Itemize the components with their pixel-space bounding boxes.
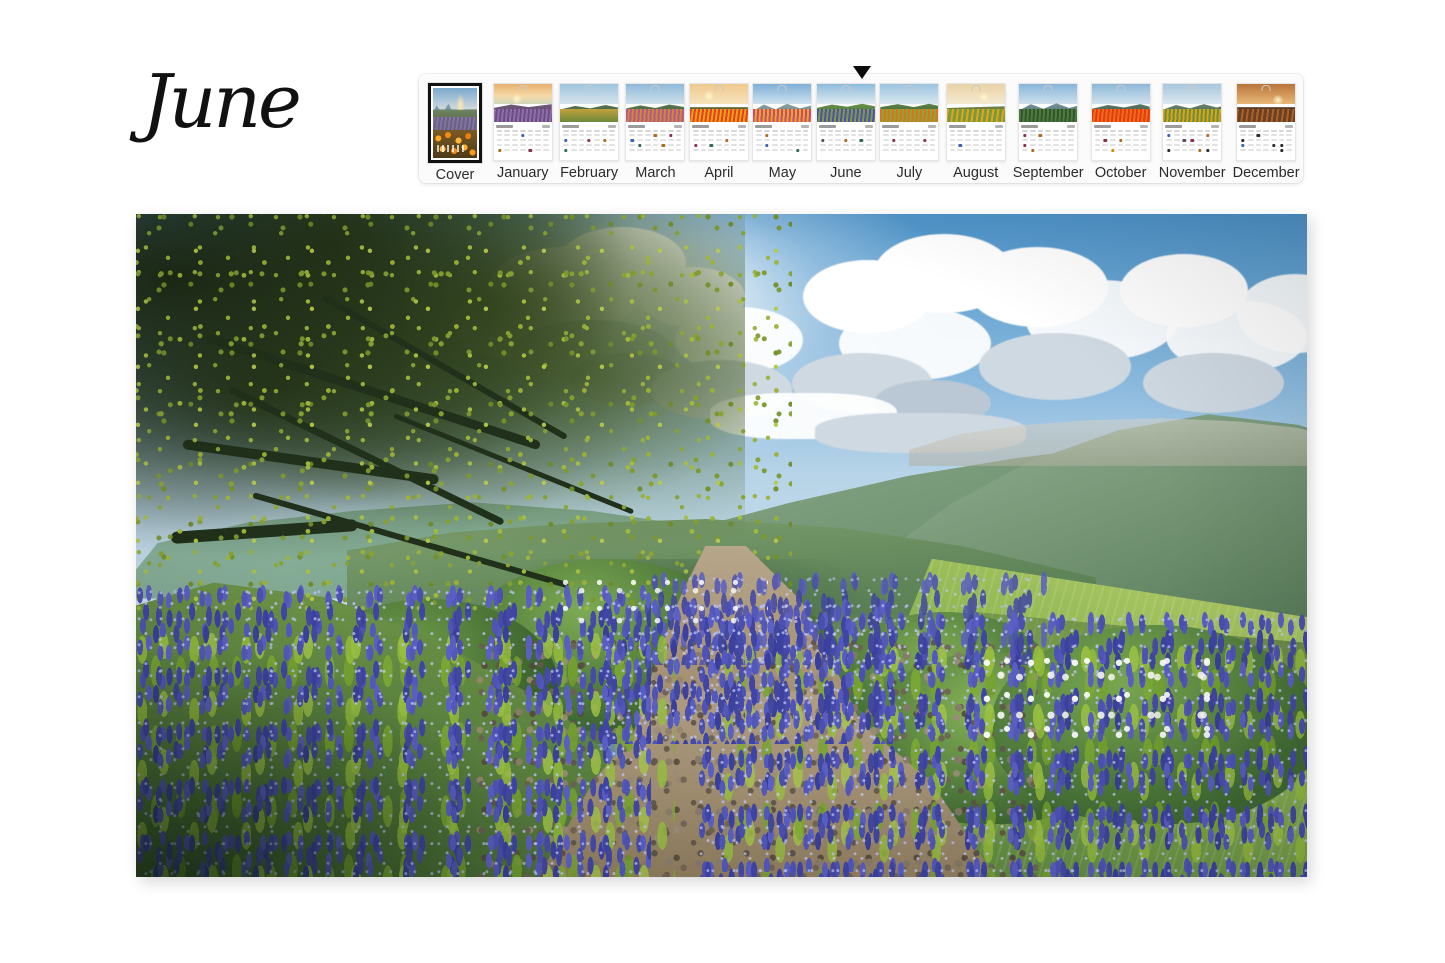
- thumbnail-label-may: May: [768, 165, 797, 181]
- hanger-ring-icon: [1261, 85, 1271, 91]
- thumbnail-item-october[interactable]: October: [1086, 74, 1155, 181]
- thumbnail-label-october: October: [1094, 165, 1147, 181]
- thumbnail-item-june[interactable]: June: [814, 74, 877, 181]
- thumbnail-label-august: August: [953, 165, 999, 181]
- hanger-ring-icon: [714, 85, 724, 91]
- calendar-thumbnail-september[interactable]: [1018, 83, 1079, 161]
- thumbnail-label-september: September: [1012, 165, 1084, 181]
- hanger-ring-icon: [518, 85, 528, 91]
- thumbnail-item-september[interactable]: September: [1010, 74, 1086, 181]
- thumbnail-label-november: November: [1158, 165, 1226, 181]
- thumbnail-item-december[interactable]: December: [1229, 74, 1303, 181]
- hanger-ring-icon: [904, 85, 914, 91]
- thumbnail-item-february[interactable]: February: [555, 74, 624, 181]
- thumbnail-label-march: March: [635, 165, 676, 181]
- thumbnail-mini-calendar: [689, 122, 748, 160]
- month-title-text: June: [129, 59, 299, 145]
- thumbnail-item-november[interactable]: November: [1155, 74, 1229, 181]
- calendar-page-preview[interactable]: [136, 214, 1307, 877]
- calendar-thumbnail-november[interactable]: [1162, 83, 1223, 161]
- thumbnail-item-july[interactable]: July: [878, 74, 941, 181]
- calendar-thumbnail-december[interactable]: [1236, 83, 1297, 161]
- june-photo-image: [136, 214, 1307, 877]
- thumbnail-item-april[interactable]: April: [687, 74, 750, 181]
- hanger-ring-icon: [971, 85, 981, 91]
- hanger-ring-icon: [1116, 85, 1126, 91]
- calendar-thumbnail-june[interactable]: [815, 83, 876, 161]
- hanger-ring-icon: [1187, 85, 1197, 91]
- thumbnail-item-may[interactable]: May: [751, 74, 814, 181]
- thumbnail-mini-calendar: [1163, 122, 1222, 160]
- hanger-ring-icon: [777, 85, 787, 91]
- calendar-page-thumbnail-strip[interactable]: Cover January February March April May J…: [419, 74, 1303, 183]
- thumbnail-item-march[interactable]: March: [624, 74, 687, 181]
- thumbnail-label-february: February: [560, 165, 619, 181]
- cover-thumbnail-selected-frame[interactable]: [428, 83, 482, 163]
- calendar-thumbnail-january[interactable]: [492, 83, 553, 161]
- thumbnail-mini-calendar: [1091, 122, 1150, 160]
- hanger-ring-icon: [1043, 85, 1053, 91]
- thumbnail-mini-calendar: [753, 122, 812, 160]
- thumbnail-mini-calendar: [946, 122, 1005, 160]
- calendar-thumbnail-april[interactable]: [688, 83, 749, 161]
- thumbnail-label-april: April: [704, 165, 734, 181]
- thumbnail-item-january[interactable]: January: [491, 74, 554, 181]
- thumbnail-mini-calendar: [493, 122, 552, 160]
- thumbnail-label-january: January: [496, 165, 549, 181]
- thumbnail-label-december: December: [1232, 165, 1300, 181]
- calendar-thumbnail-march[interactable]: [625, 83, 686, 161]
- thumbnail-label-july: July: [896, 165, 923, 181]
- thumbnail-item-august[interactable]: August: [941, 74, 1010, 181]
- hanger-ring-icon: [584, 85, 594, 91]
- calendar-thumbnail-august[interactable]: [945, 83, 1006, 161]
- thumbnail-mini-calendar: [626, 122, 685, 160]
- thumbnail-mini-calendar: [880, 122, 939, 160]
- month-title-script: June: [129, 59, 302, 145]
- triangle-down-icon: [853, 66, 871, 79]
- calendar-thumbnail-july[interactable]: [879, 83, 940, 161]
- page-title: June: [129, 59, 438, 152]
- cover-thumbnail-image: [433, 88, 477, 158]
- thumbnail-mini-calendar: [560, 122, 619, 160]
- thumbnail-mini-calendar: [1237, 122, 1296, 160]
- thumbnail-label-june: June: [830, 165, 862, 181]
- thumbnail-label-cover: Cover: [435, 167, 475, 183]
- hanger-ring-icon: [650, 85, 660, 91]
- thumbnail-item-cover[interactable]: Cover: [419, 74, 491, 183]
- hanger-ring-icon: [841, 85, 851, 91]
- calendar-thumbnail-february[interactable]: [559, 83, 620, 161]
- thumbnail-mini-calendar: [816, 122, 875, 160]
- calendar-thumbnail-october[interactable]: [1090, 83, 1151, 161]
- calendar-thumbnail-may[interactable]: [752, 83, 813, 161]
- thumbnail-mini-calendar: [1019, 122, 1078, 160]
